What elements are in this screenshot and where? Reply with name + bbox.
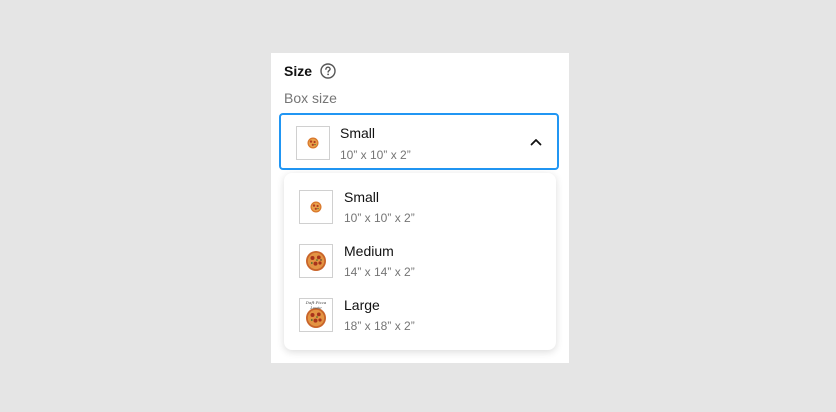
size-option-name: Large <box>344 297 380 313</box>
size-option-name: Small <box>344 189 380 205</box>
size-panel: Size Box size Small 10” x 10” x 2” Small… <box>271 53 569 363</box>
field-header: Size <box>284 63 336 79</box>
brand-logo-text: Daft Pizza Louie <box>305 300 327 310</box>
size-option-medium[interactable]: Medium 14” x 14” x 2” <box>284 227 556 281</box>
box-size-label: Box size <box>284 90 337 106</box>
size-option-dims: 10” x 10” x 2” <box>344 211 415 225</box>
size-option-large[interactable]: Daft Pizza Louie Large 18” x 18” x 2” <box>284 281 556 335</box>
chevron-up-icon[interactable] <box>529 135 543 149</box>
box-size-select[interactable]: Small 10” x 10” x 2” <box>279 113 559 170</box>
size-dropdown-menu: Small 10” x 10” x 2” Medium 14” x 14” x <box>284 173 556 350</box>
size-option-dims: 18” x 18” x 2” <box>344 319 415 333</box>
size-option-small[interactable]: Small 10” x 10” x 2” <box>284 173 556 227</box>
pizza-small-icon <box>299 190 333 224</box>
size-option-name: Medium <box>344 243 394 259</box>
pizza-large-icon: Daft Pizza Louie <box>299 298 333 332</box>
pizza-medium-icon <box>299 244 333 278</box>
size-option-dims: 14” x 14” x 2” <box>344 265 415 279</box>
pizza-small-icon <box>296 126 330 160</box>
selected-size-dims: 10” x 10” x 2” <box>340 148 411 162</box>
question-circle-icon[interactable] <box>320 63 336 79</box>
selected-size-name: Small <box>340 125 376 141</box>
field-title: Size <box>284 63 313 79</box>
